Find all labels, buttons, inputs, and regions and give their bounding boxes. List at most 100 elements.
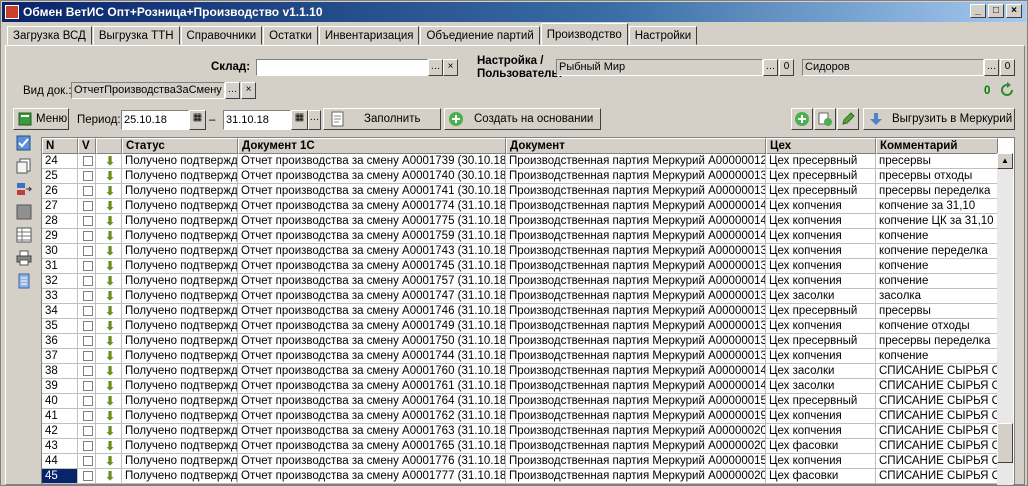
row-checkbox[interactable] [83, 336, 93, 346]
table-row[interactable]: 45 ⬇ Получено подтвержде Отчет производства… [42, 469, 998, 484]
row-checkbox[interactable] [83, 171, 93, 181]
table-row[interactable]: 24 ⬇ Получено подтвержде Отчет производства… [42, 154, 998, 169]
row-checkbox-cell[interactable] [78, 349, 96, 364]
settings-field[interactable]: Рыбный Мир [556, 59, 763, 76]
row-checkbox[interactable] [83, 306, 93, 316]
table-row[interactable]: 40 ⬇ Получено подтвержде Отчет производства… [42, 394, 998, 409]
date-from-field[interactable]: 25.10.18 [121, 110, 189, 130]
table-row[interactable]: 38 ⬇ Получено подтвержде Отчет производства… [42, 364, 998, 379]
tab-0[interactable]: Загрузка ВСД [7, 26, 92, 45]
table-row[interactable]: 28 ⬇ Получено подтвержде Отчет производства… [42, 214, 998, 229]
row-checkbox[interactable] [83, 246, 93, 256]
column-header-3[interactable]: Статус [122, 138, 238, 154]
table-row[interactable]: 41 ⬇ Получено подтвержде Отчет производства… [42, 409, 998, 424]
row-checkbox-cell[interactable] [78, 379, 96, 394]
table-icon[interactable] [13, 225, 35, 245]
column-header-0[interactable]: N [42, 138, 78, 154]
row-checkbox-cell[interactable] [78, 319, 96, 334]
menu-button[interactable]: Меню [13, 108, 69, 130]
column-header-6[interactable]: Цех [766, 138, 876, 154]
table-row[interactable]: 26 ⬇ Получено подтвержде Отчет производства… [42, 184, 998, 199]
date-to-field[interactable]: 31.10.18 [223, 110, 291, 130]
row-checkbox[interactable] [83, 291, 93, 301]
table-row[interactable]: 39 ⬇ Получено подтвержде Отчет производства… [42, 379, 998, 394]
row-checkbox-cell[interactable] [78, 259, 96, 274]
row-checkbox[interactable] [83, 456, 93, 466]
table-row[interactable]: 36 ⬇ Получено подтвержде Отчет производства… [42, 334, 998, 349]
calendar-to-icon[interactable]: ▦ [291, 110, 308, 130]
row-checkbox[interactable] [83, 276, 93, 286]
table-row[interactable]: 27 ⬇ Получено подтвержде Отчет производства… [42, 199, 998, 214]
document-icon[interactable] [13, 271, 35, 291]
column-header-1[interactable]: V [78, 138, 96, 154]
row-checkbox-cell[interactable] [78, 469, 96, 484]
tab-3[interactable]: Остатки [263, 26, 318, 45]
fill-button[interactable]: Заполнить [323, 108, 441, 130]
row-checkbox-cell[interactable] [78, 184, 96, 199]
row-checkbox-cell[interactable] [78, 289, 96, 304]
row-checkbox-cell[interactable] [78, 394, 96, 409]
edit-pencil-icon[interactable] [837, 108, 859, 130]
table-row[interactable]: 25 ⬇ Получено подтвержде Отчет производства… [42, 169, 998, 184]
row-checkbox-cell[interactable] [78, 214, 96, 229]
title-bar[interactable]: Обмен ВетИС Опт+Розница+Производство v1.… [2, 2, 1026, 22]
column-header-5[interactable]: Документ [506, 138, 766, 154]
user-field[interactable]: Сидоров [802, 59, 984, 76]
row-checkbox-cell[interactable] [78, 199, 96, 214]
checklist-icon[interactable] [13, 133, 35, 153]
row-checkbox[interactable] [83, 261, 93, 271]
user-select-button[interactable]: … [984, 59, 999, 76]
table-row[interactable]: 37 ⬇ Получено подтвержде Отчет производства… [42, 349, 998, 364]
scroll-thumb[interactable] [997, 423, 1013, 463]
row-checkbox-cell[interactable] [78, 454, 96, 469]
row-checkbox[interactable] [83, 231, 93, 241]
row-checkbox-cell[interactable] [78, 364, 96, 379]
column-header-4[interactable]: Документ 1С [238, 138, 506, 154]
column-header-7[interactable]: Комментарий [876, 138, 998, 154]
refresh-icon[interactable] [997, 80, 1017, 100]
copy-row-icon[interactable] [814, 108, 836, 130]
row-checkbox[interactable] [83, 321, 93, 331]
table-row[interactable]: 30 ⬇ Получено подтвержде Отчет производства… [42, 244, 998, 259]
row-checkbox[interactable] [83, 186, 93, 196]
row-checkbox-cell[interactable] [78, 229, 96, 244]
calendar-from-icon[interactable]: ▦ [189, 110, 206, 130]
table-row[interactable]: 35 ⬇ Получено подтвержде Отчет производства… [42, 319, 998, 334]
row-checkbox[interactable] [83, 471, 93, 481]
row-checkbox-cell[interactable] [78, 274, 96, 289]
table-row[interactable]: 31 ⬇ Получено подтвержде Отчет производства… [42, 259, 998, 274]
table-row[interactable]: 42 ⬇ Получено подтвержде Отчет производства… [42, 424, 998, 439]
stop-icon[interactable] [13, 202, 35, 222]
transfer-icon[interactable] [13, 179, 35, 199]
documents-table[interactable]: N V Статус Документ 1С Документ Цех Комментари… [41, 137, 1015, 485]
table-row[interactable]: 29 ⬇ Получено подтвержде Отчет производства… [42, 229, 998, 244]
settings-select-button[interactable]: … [763, 59, 778, 76]
table-row[interactable]: 32 ⬇ Получено подтвержде Отчет производства… [42, 274, 998, 289]
table-row[interactable]: 33 ⬇ Получено подтвержде Отчет производства… [42, 289, 998, 304]
vid-doc-select-button[interactable]: … [225, 82, 240, 99]
close-button[interactable]: × [1006, 4, 1022, 18]
tab-1[interactable]: Выгрузка ТТН [92, 26, 180, 45]
print-icon[interactable] [13, 248, 35, 268]
row-checkbox-cell[interactable] [78, 304, 96, 319]
row-checkbox-cell[interactable] [78, 334, 96, 349]
row-checkbox[interactable] [83, 201, 93, 211]
period-select-button[interactable]: … [308, 110, 321, 130]
sklad-clear-button[interactable]: × [443, 59, 458, 76]
row-checkbox[interactable] [83, 441, 93, 451]
row-checkbox[interactable] [83, 426, 93, 436]
tab-2[interactable]: Справочники [180, 26, 263, 45]
row-checkbox[interactable] [83, 396, 93, 406]
minimize-button[interactable]: _ [970, 4, 986, 18]
row-checkbox[interactable] [83, 411, 93, 421]
row-checkbox-cell[interactable] [78, 424, 96, 439]
vid-doc-clear-button[interactable]: × [241, 82, 256, 99]
vertical-scrollbar[interactable]: ▲ [997, 153, 1013, 485]
tab-5[interactable]: Объедиение партий [420, 26, 540, 45]
row-checkbox-cell[interactable] [78, 169, 96, 184]
row-checkbox-cell[interactable] [78, 244, 96, 259]
row-checkbox[interactable] [83, 381, 93, 391]
row-checkbox-cell[interactable] [78, 439, 96, 454]
table-row[interactable]: 43 ⬇ Получено подтвержде Отчет производства… [42, 439, 998, 454]
table-row[interactable]: 44 ⬇ Получено подтвержде Отчет производства… [42, 454, 998, 469]
